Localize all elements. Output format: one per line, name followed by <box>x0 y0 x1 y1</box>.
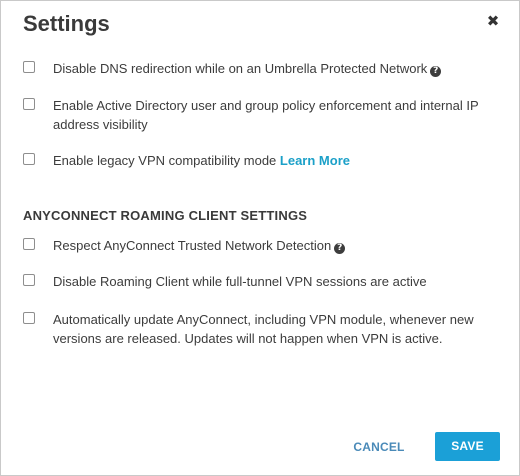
option-legacy-vpn: Enable legacy VPN compatibility mode Lea… <box>23 151 493 171</box>
option-label: Disable Roaming Client while full-tunnel… <box>53 274 427 289</box>
option-label: Enable legacy VPN compatibility mode <box>53 153 277 168</box>
checkbox-enable-active-directory[interactable] <box>23 98 35 110</box>
checkbox-disable-dns-redirection[interactable] <box>23 61 35 73</box>
option-auto-update-anyconnect: Automatically update AnyConnect, includi… <box>23 310 493 350</box>
option-label: Respect AnyConnect Trusted Network Detec… <box>53 238 332 253</box>
option-respect-trusted-network: Respect AnyConnect Trusted Network Detec… <box>23 236 493 256</box>
dialog-title: Settings <box>23 11 110 36</box>
checkbox-auto-update-anyconnect[interactable] <box>23 312 35 324</box>
option-enable-active-directory: Enable Active Directory user and group p… <box>23 96 493 136</box>
option-label: Automatically update AnyConnect, includi… <box>53 312 474 346</box>
close-icon[interactable]: ✖ <box>485 13 501 31</box>
save-button[interactable]: SAVE <box>435 432 500 461</box>
question-circle-icon[interactable]: ? <box>334 243 346 254</box>
checkbox-legacy-vpn[interactable] <box>23 153 35 165</box>
checkbox-respect-trusted-network[interactable] <box>23 238 35 250</box>
option-disable-dns-redirection: Disable DNS redirection while on an Umbr… <box>23 59 493 79</box>
question-circle-icon[interactable]: ? <box>430 66 442 77</box>
option-disable-roaming-client: Disable Roaming Client while full-tunnel… <box>23 272 493 292</box>
option-label: Disable DNS redirection while on an Umbr… <box>53 61 428 76</box>
section-heading: ANYCONNECT ROAMING CLIENT SETTINGS <box>23 208 308 223</box>
learn-more-link[interactable]: Learn More <box>280 153 350 168</box>
cancel-button[interactable]: CANCEL <box>341 433 417 461</box>
checkbox-disable-roaming-client[interactable] <box>23 274 35 286</box>
settings-dialog: Settings ✖ Disable DNS redirection while… <box>0 0 520 476</box>
option-label: Enable Active Directory user and group p… <box>53 98 479 132</box>
